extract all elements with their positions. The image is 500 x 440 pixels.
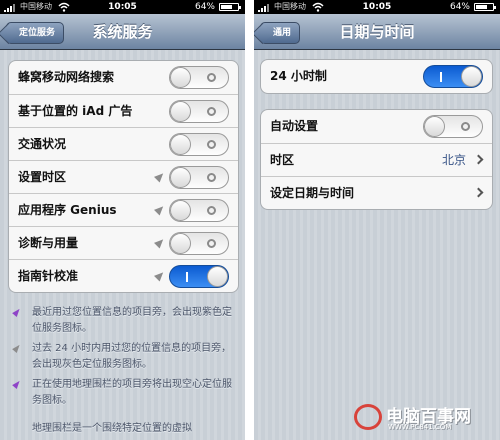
- status-bar: 中国移动 10:05 64%: [254, 0, 500, 14]
- chevron-right-icon: [473, 187, 484, 198]
- row-label: 设置时区: [18, 170, 67, 184]
- row-auto-set[interactable]: 自动设置: [261, 110, 492, 143]
- watermark-url: WWW.PC841.COM: [388, 423, 452, 431]
- date-time-settings-group: 自动设置 时区 北京 设定日期与时间: [260, 109, 493, 210]
- location-iad-toggle[interactable]: [169, 100, 229, 123]
- row-label: 24 小时制: [270, 69, 327, 83]
- cellular-search-toggle[interactable]: [169, 66, 229, 89]
- 24-hour-toggle[interactable]: [423, 65, 483, 88]
- row-24-hour[interactable]: 24 小时制: [261, 60, 492, 93]
- row-cellular-search[interactable]: 蜂窝移动网络搜索: [9, 61, 238, 94]
- hour-format-group: 24 小时制: [260, 59, 493, 94]
- row-label: 诊断与用量: [18, 236, 79, 250]
- chevron-right-icon: [473, 154, 484, 165]
- row-traffic[interactable]: 交通状况: [9, 127, 238, 160]
- screenshot-divider: [245, 0, 254, 440]
- location-arrow-icon: [153, 236, 167, 249]
- note-geofence: 地理围栏是一个围绕特定位置的虚拟: [32, 423, 192, 434]
- row-label: 基于位置的 iAd 广告: [18, 104, 133, 118]
- navigation-bar: 定位服务 系统服务: [0, 14, 245, 50]
- row-diagnostics[interactable]: 诊断与用量: [9, 226, 238, 259]
- set-timezone-toggle[interactable]: [169, 166, 229, 189]
- battery-percent: 64%: [449, 2, 470, 12]
- system-services-screen: 中国移动 10:05 64% 定位服务 系统服务 蜂窝移动网络搜索 基于位置的 …: [0, 0, 245, 440]
- location-arrow-icon: [153, 269, 167, 282]
- row-timezone[interactable]: 时区 北京: [261, 143, 492, 176]
- back-button-general[interactable]: 通用: [260, 22, 301, 44]
- note-gray-icon: 过去 24 小时内用过您的位置信息的项目旁，会出现灰色定位服务图标。: [12, 341, 236, 373]
- row-label: 指南针校准: [18, 269, 79, 283]
- diagnostics-toggle[interactable]: [169, 232, 229, 255]
- battery-percent: 64%: [194, 2, 215, 12]
- app-genius-toggle[interactable]: [169, 199, 229, 222]
- row-label: 交通状况: [18, 137, 67, 151]
- system-services-list: 蜂窝移动网络搜索 基于位置的 iAd 广告 交通状况 设置时区 应用程序 Gen…: [8, 60, 239, 293]
- row-set-timezone[interactable]: 设置时区: [9, 160, 238, 193]
- note-hollow-icon: 正在使用地理围栏的项目旁将出现空心定位服务图标。: [12, 377, 236, 409]
- row-label: 蜂窝移动网络搜索: [18, 70, 115, 84]
- row-label: 应用程序 Genius: [18, 203, 117, 217]
- status-bar: 中国移动 10:05 64%: [0, 0, 245, 14]
- battery-icon: [219, 3, 241, 11]
- row-label: 时区: [270, 153, 295, 167]
- row-label: 设定日期与时间: [270, 186, 355, 200]
- note-purple-icon: 最近用过您位置信息的项目旁，会出现紫色定位服务图标。: [12, 305, 236, 337]
- date-time-screen: 中国移动 10:05 64% 通用 日期与时间 24 小时制 自动设置 时区 北: [254, 0, 500, 440]
- row-compass-calibration[interactable]: 指南针校准: [9, 259, 238, 292]
- back-button-location-services[interactable]: 定位服务: [6, 22, 65, 44]
- compass-calibration-toggle[interactable]: [169, 265, 229, 288]
- watermark: 电脑百事网 WWW.PC841.COM: [354, 402, 494, 432]
- location-arrow-icon: [153, 170, 167, 183]
- row-location-iad[interactable]: 基于位置的 iAd 广告: [9, 94, 238, 127]
- battery-icon: [474, 3, 496, 11]
- timezone-value: 北京: [441, 153, 466, 167]
- traffic-toggle[interactable]: [169, 133, 229, 156]
- navigation-bar: 通用 日期与时间: [254, 14, 500, 50]
- row-label: 自动设置: [270, 119, 319, 133]
- location-arrow-icon: [153, 203, 167, 216]
- row-set-date-time[interactable]: 设定日期与时间: [261, 176, 492, 209]
- row-app-genius[interactable]: 应用程序 Genius: [9, 193, 238, 226]
- auto-set-toggle[interactable]: [423, 115, 483, 138]
- watermark-logo-icon: [354, 404, 382, 430]
